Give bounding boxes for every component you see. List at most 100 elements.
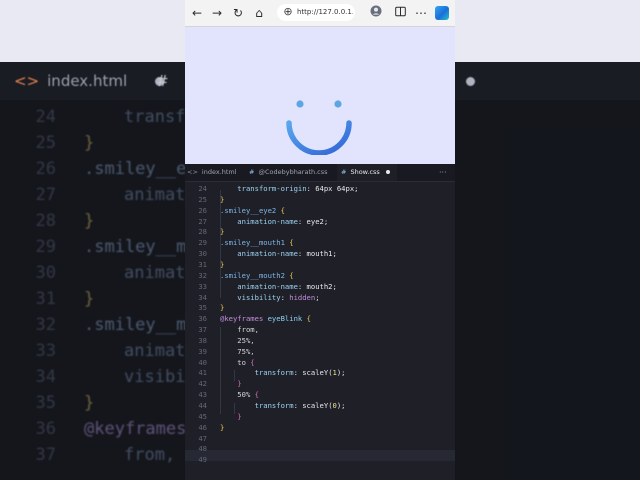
page-preview bbox=[185, 27, 455, 164]
code-text: } bbox=[220, 303, 225, 313]
line-number: 26 bbox=[198, 205, 207, 215]
code-line[interactable]: 46} bbox=[185, 423, 455, 434]
refresh-icon[interactable]: ↻ bbox=[230, 5, 246, 21]
code-line[interactable]: 38 25%, bbox=[185, 336, 455, 347]
code-line[interactable]: 24 transform-origin: 64px 64px; bbox=[185, 184, 455, 195]
code-line[interactable]: 48 bbox=[185, 444, 455, 455]
code-text: } bbox=[220, 411, 242, 421]
tab-show-css[interactable]: # Show.css bbox=[337, 164, 397, 181]
code-line[interactable]: 29 .smiley__mouth1 { bbox=[185, 238, 455, 249]
code-text: transform: scaleY(0); bbox=[220, 401, 346, 410]
code-line[interactable]: 30 animation-name: mouth1; bbox=[185, 249, 455, 260]
code-text: animation-name: mouth1; bbox=[220, 249, 337, 259]
line-number: 27 bbox=[198, 216, 207, 226]
line-number: 25 bbox=[198, 194, 207, 204]
split-screen-icon[interactable] bbox=[392, 5, 408, 21]
code-text: transform: scaleY(1); bbox=[220, 368, 346, 378]
more-options-icon[interactable]: ⋯ bbox=[413, 5, 429, 21]
code-text: to { bbox=[220, 357, 255, 367]
code-line[interactable]: 33 animation-name: mouth2; bbox=[185, 282, 455, 293]
code-line[interactable]: 27 animation-name: eye2; bbox=[185, 217, 455, 228]
copilot-icon[interactable] bbox=[435, 6, 449, 20]
browser-toolbar: ← → ↻ ⌂ ⊕ http://127.0.0.1... ⋯ bbox=[185, 0, 455, 27]
background-tab-index: <> index.html bbox=[14, 66, 165, 96]
code-line[interactable]: 31} bbox=[185, 260, 455, 271]
line-number: 30 bbox=[198, 249, 207, 259]
line-number: 44 bbox=[198, 401, 207, 410]
back-arrow-icon[interactable]: ← bbox=[189, 5, 205, 21]
code-text: } bbox=[220, 194, 225, 204]
line-number: 37 bbox=[198, 325, 207, 335]
tab-codebybharath-css[interactable]: # @Codebybharath.css bbox=[249, 164, 335, 181]
code-text: 25%, bbox=[220, 335, 255, 345]
line-number: 36 bbox=[198, 314, 207, 324]
code-line[interactable]: 35} bbox=[185, 303, 455, 314]
site-info-icon[interactable]: ⊕ bbox=[281, 5, 295, 19]
code-line[interactable]: 39 75%, bbox=[185, 347, 455, 358]
code-text: animation-name: eye2; bbox=[220, 216, 329, 226]
line-number: 33 bbox=[198, 281, 207, 291]
css-file-icon: # bbox=[341, 168, 347, 176]
line-number: 39 bbox=[198, 346, 207, 356]
line-number: 42 bbox=[198, 379, 207, 389]
line-number: 34 bbox=[198, 292, 207, 302]
line-number: 35 bbox=[198, 303, 207, 313]
code-text: 75%, bbox=[220, 346, 255, 356]
code-text: animation-name: mouth2; bbox=[220, 281, 337, 291]
line-number: 43 bbox=[198, 390, 207, 400]
line-number: 40 bbox=[198, 357, 207, 367]
code-text: .smiley__mouth2 { bbox=[220, 270, 294, 280]
code-line[interactable]: 47 bbox=[185, 434, 455, 445]
code-line[interactable]: 28} bbox=[185, 227, 455, 238]
unsaved-dot-icon bbox=[385, 170, 390, 174]
code-text: .smiley__mouth1 { bbox=[220, 238, 294, 248]
code-line[interactable]: 40 to { bbox=[185, 358, 455, 369]
background-tab-css: # bbox=[156, 72, 169, 90]
code-line[interactable]: 45 } bbox=[185, 412, 455, 423]
line-number: 31 bbox=[198, 259, 207, 269]
line-number: 32 bbox=[198, 270, 207, 280]
code-line[interactable]: 43 50% { bbox=[185, 390, 455, 401]
line-number: 29 bbox=[198, 238, 207, 248]
line-number: 28 bbox=[198, 227, 207, 237]
line-number: 45 bbox=[198, 411, 207, 421]
code-line[interactable]: 44 transform: scaleY(0); bbox=[185, 401, 455, 412]
code-line[interactable]: 42 } bbox=[185, 379, 455, 390]
code-line[interactable]: 34 visibility: hidden; bbox=[185, 293, 455, 304]
code-text: } bbox=[220, 259, 225, 269]
code-line[interactable]: 26 .smiley__eye2 { bbox=[185, 206, 455, 217]
line-number: 38 bbox=[198, 335, 207, 345]
code-text: .smiley__eye2 { bbox=[220, 205, 285, 215]
tab-more-actions-icon[interactable]: ··· bbox=[439, 164, 447, 181]
background-tab-dot bbox=[466, 66, 475, 96]
css-file-icon: # bbox=[249, 168, 255, 176]
line-number: 49 bbox=[198, 455, 207, 465]
smiley-eye-right bbox=[334, 100, 342, 108]
code-line[interactable]: 36 @keyframes eyeBlink { bbox=[185, 314, 455, 325]
code-text: } bbox=[220, 379, 242, 389]
recording-frame: ← → ↻ ⌂ ⊕ http://127.0.0.1... ⋯ <> index… bbox=[185, 0, 455, 480]
code-text: from, bbox=[220, 325, 259, 335]
code-line[interactable]: 37 from, bbox=[185, 325, 455, 336]
line-number: 24 bbox=[198, 184, 207, 193]
smiley-graphic bbox=[286, 100, 352, 155]
home-icon[interactable]: ⌂ bbox=[251, 5, 267, 21]
code-text: @keyframes eyeBlink { bbox=[220, 314, 311, 324]
code-text: visibility: hidden; bbox=[220, 292, 320, 302]
code-line[interactable]: 41 transform: scaleY(1); bbox=[185, 368, 455, 379]
code-line[interactable]: 25} bbox=[185, 195, 455, 206]
tab-index-html[interactable]: <> index.html bbox=[187, 164, 245, 181]
address-bar-url[interactable]: http://127.0.0.1... bbox=[297, 5, 353, 19]
line-number: 48 bbox=[198, 444, 207, 454]
code-text: transform-origin: 64px 64px; bbox=[220, 184, 359, 193]
line-number: 41 bbox=[198, 368, 207, 378]
code-editor: <> index.html # @Codebybharath.css # Show.c… bbox=[185, 164, 455, 480]
code-line[interactable]: 49 bbox=[185, 455, 455, 466]
forward-arrow-icon[interactable]: → bbox=[209, 5, 225, 21]
code-text: } bbox=[220, 227, 225, 237]
code-line[interactable]: 32 .smiley__mouth2 { bbox=[185, 271, 455, 282]
html-file-icon: <> bbox=[187, 168, 198, 176]
line-number: 46 bbox=[198, 422, 207, 432]
smiley-mouth bbox=[286, 120, 352, 155]
profile-icon[interactable] bbox=[368, 5, 384, 21]
